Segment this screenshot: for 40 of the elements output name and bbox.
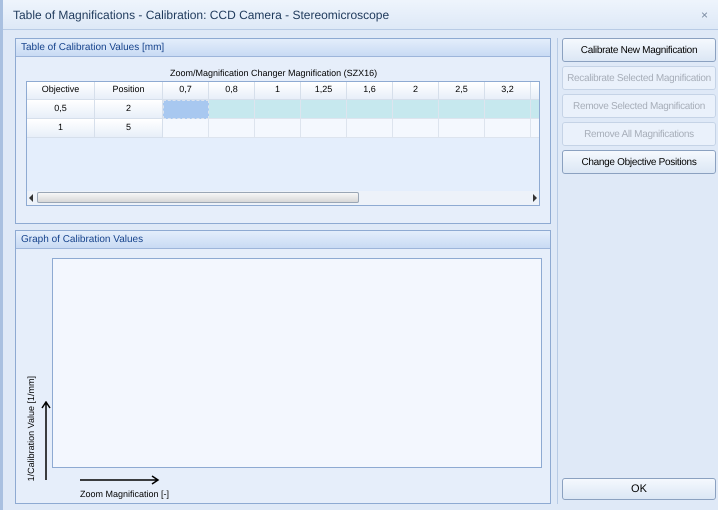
panel-header: Table of Calibration Values [mm] (16, 39, 550, 57)
column-header[interactable]: 3,2 (485, 82, 531, 100)
column-header[interactable]: 1,25 (301, 82, 347, 100)
x-axis-arrow-icon (80, 475, 160, 485)
table-row[interactable]: 0,5 2 (27, 100, 539, 118)
table-cell: 2 (95, 100, 163, 118)
table-cell[interactable] (347, 118, 393, 138)
table-row[interactable]: 1 5 (27, 118, 539, 138)
group-header: Zoom/Magnification Changer Magnification (SZX16) (169, 67, 378, 80)
scroll-right-icon[interactable] (533, 194, 537, 202)
y-axis-label: 1/Calibration Value [1/mm] (25, 376, 38, 481)
table-cell: 5 (95, 118, 163, 138)
horizontal-scrollbar[interactable] (27, 190, 539, 204)
scroll-thumb[interactable] (37, 192, 359, 203)
x-axis-label: Zoom Magnification [-] (80, 488, 170, 501)
column-header[interactable]: 1,6 (347, 82, 393, 100)
column-header[interactable]: 0,8 (209, 82, 255, 100)
column-header[interactable]: 2,5 (439, 82, 485, 100)
column-header[interactable]: 1 (255, 82, 301, 100)
window-title: Table of Magnifications - Calibration: CCD Camera - Stereomicroscope (13, 6, 390, 24)
table-cell[interactable] (209, 118, 255, 138)
table-cell[interactable] (255, 118, 301, 138)
action-button[interactable]: Change Objective Positions (562, 150, 716, 174)
table-cell[interactable] (163, 118, 209, 138)
ok-button[interactable]: OK (562, 478, 716, 500)
column-header[interactable]: 2 (393, 82, 439, 100)
table-cell[interactable] (163, 100, 209, 118)
column-header[interactable]: Objective (27, 82, 95, 100)
panel-header: Graph of Calibration Values (16, 231, 550, 249)
table-cell: 0,5 (27, 100, 95, 118)
column-header[interactable]: Position (95, 82, 163, 100)
scroll-left-icon[interactable] (29, 194, 33, 202)
table-cell[interactable] (485, 118, 531, 138)
column-header[interactable]: 0,7 (163, 82, 209, 100)
table-cell[interactable] (393, 118, 439, 138)
table-cell: 1 (27, 118, 95, 138)
action-button[interactable]: Calibrate New Magnification (562, 38, 716, 62)
y-axis-arrow-icon (40, 401, 51, 481)
table-cell[interactable] (439, 118, 485, 138)
table-cell[interactable] (301, 118, 347, 138)
